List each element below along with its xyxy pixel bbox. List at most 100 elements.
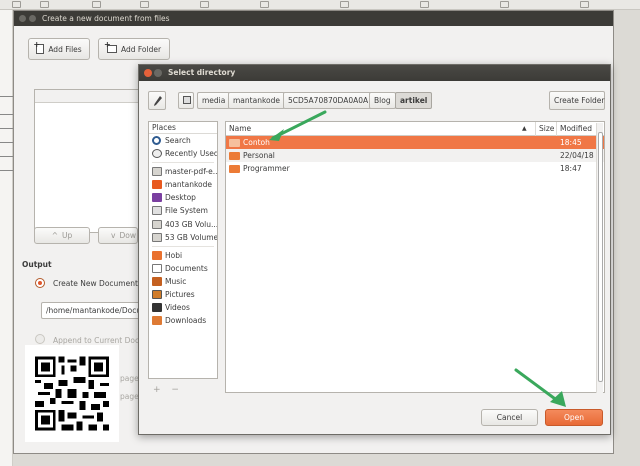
output-path-field[interactable]: /home/mantankode/Docu [41,302,151,319]
file-list-header: Name ▲ Size Modified [226,122,604,136]
places-sidebar: Places Search Recently Used master-pdf-e..… [148,121,218,379]
window-titlebar: Create a new document from files [14,11,613,26]
file-modified: 22/04/18 [560,151,594,161]
place-item[interactable]: Music [149,275,217,288]
add-files-button[interactable]: Add Files [28,38,90,60]
drive-icon [152,232,162,242]
place-item[interactable]: Documents [149,262,217,275]
dialog-titlebar: Select directory [139,65,610,81]
drive-icon [183,96,191,104]
chevron-down-icon: v [111,231,116,240]
folder-icon [229,139,240,147]
place-item[interactable]: 403 GB Volu... [149,218,217,231]
page-option-label: page [120,392,139,401]
toolbar-icon[interactable] [140,1,149,8]
places-list: Search Recently Used master-pdf-e... mantan… [149,134,217,327]
path-crumb-blog[interactable]: Blog [369,92,396,109]
place-label: Music [165,276,187,286]
app-toolbar [0,0,640,10]
drive-icon [152,167,162,177]
path-crumb-artikel[interactable]: artikel [395,92,433,109]
place-item[interactable]: Search [149,134,217,147]
search-icon [152,136,161,145]
path-crumb-volume[interactable]: 5CD5A70870DA0A0A [283,92,374,109]
place-label: Recently Used [165,149,217,159]
create-folder-button[interactable]: Create Folder [549,91,605,110]
minimize-icon[interactable] [29,15,36,22]
append-to-current-radio[interactable] [35,334,45,344]
close-icon[interactable] [144,69,152,77]
toolbar-icon[interactable] [340,1,349,8]
place-item[interactable]: mantankode [149,178,217,191]
remove-place-button[interactable]: − [171,385,179,395]
place-item[interactable]: 53 GB Volume [149,231,217,244]
sort-arrow-icon: ▲ [522,125,527,132]
column-modified[interactable]: Modified [556,122,592,136]
document-margin [0,10,13,466]
add-file-icon [33,40,45,54]
path-crumb-mantankode[interactable]: mantankode [228,92,285,109]
folder-icon [152,250,162,260]
column-size[interactable]: Size [535,122,554,136]
toolbar-icon[interactable] [92,1,101,8]
folder-icon [229,165,240,174]
file-row[interactable]: Programmer 18:47 [226,162,604,175]
clock-icon [152,149,162,159]
place-item[interactable]: Recently Used [149,147,217,160]
toolbar-icon[interactable] [40,1,49,8]
toolbar-icon[interactable] [420,1,429,8]
place-label: Documents [165,263,208,273]
file-name: Contoh [243,138,270,147]
file-rows: Contoh 18:45 Personal 22/04/18 Programmer 18:… [226,136,604,175]
place-item[interactable]: Pictures [149,288,217,301]
place-label: Downloads [165,316,207,326]
path-crumb-media[interactable]: media [197,92,231,109]
file-row[interactable]: Personal 22/04/18 [226,149,604,163]
file-name: Programmer [243,164,290,174]
scrollbar-thumb[interactable] [598,132,603,382]
places-header: Places [149,122,217,134]
minimize-icon[interactable] [154,69,162,77]
add-folder-icon [104,40,117,53]
folder-icon [229,152,240,161]
file-row[interactable]: Contoh 18:45 [226,136,604,150]
pictures-icon [152,290,162,300]
places-controls: + − [153,385,179,395]
drive-button[interactable] [178,92,194,109]
page-option-label: page [120,374,139,383]
place-label: mantankode [165,180,212,190]
dialog-title: Select directory [168,68,236,77]
toolbar-icon[interactable] [200,1,209,8]
toolbar-icon[interactable] [12,1,21,8]
cancel-button[interactable]: Cancel [481,409,538,426]
place-item[interactable]: Videos [149,301,217,314]
add-folder-button[interactable]: Add Folder [98,38,170,60]
add-place-button[interactable]: + [153,385,161,395]
file-name: Personal [243,151,275,161]
home-icon [152,180,162,190]
place-label: 403 GB Volu... [165,219,217,229]
close-icon[interactable] [19,15,26,22]
place-label: Hobi [165,250,183,260]
toolbar-icon[interactable] [500,1,509,8]
open-button[interactable]: Open [545,409,603,426]
add-files-label: Add Files [48,44,82,54]
place-label: master-pdf-e... [165,167,217,177]
place-item[interactable]: master-pdf-e... [149,165,217,178]
down-button[interactable]: v Dow [98,227,138,244]
downloads-icon [152,316,162,326]
place-item[interactable]: Downloads [149,314,217,327]
place-item[interactable]: Desktop [149,191,217,204]
up-button[interactable]: ^ Up [34,227,90,244]
toolbar-icon[interactable] [580,1,589,8]
edit-location-button[interactable] [148,91,166,110]
place-label: Search [165,136,191,145]
place-item[interactable]: Hobi [149,249,217,262]
file-modified: 18:45 [560,138,582,147]
column-name[interactable]: Name [226,122,251,136]
toolbar-icon[interactable] [260,1,269,8]
vertical-scrollbar[interactable] [596,123,603,393]
place-label: Pictures [165,290,195,300]
place-item[interactable]: File System [149,204,217,217]
create-new-document-radio[interactable] [35,278,45,288]
